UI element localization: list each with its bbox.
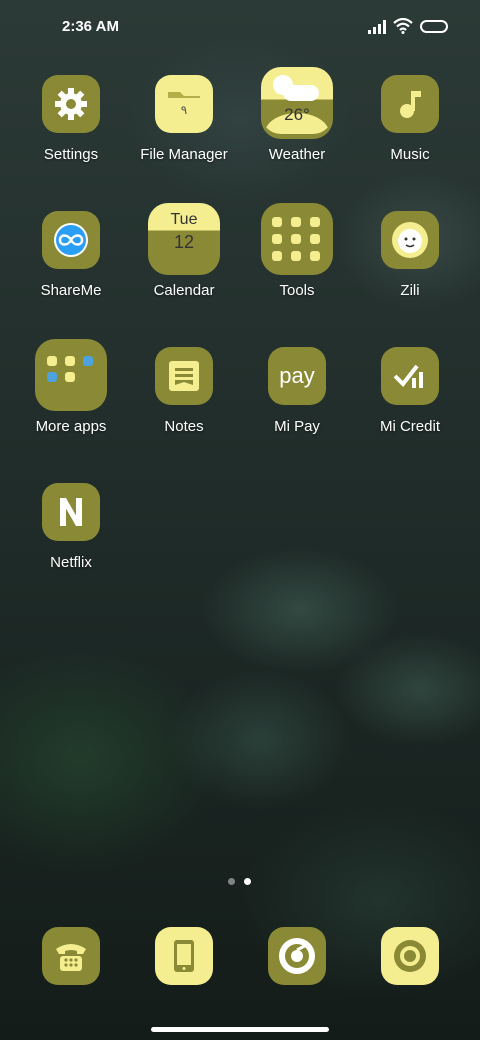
camera-icon bbox=[381, 927, 439, 985]
tools-folder-icon bbox=[261, 203, 333, 275]
app-label: Zili bbox=[400, 282, 420, 299]
app-tools-folder[interactable]: Tools bbox=[242, 203, 352, 321]
app-label: Settings bbox=[43, 146, 99, 163]
tablet-icon bbox=[155, 927, 213, 985]
phone-icon bbox=[42, 927, 100, 985]
pay-icon-text: pay bbox=[279, 363, 315, 388]
home-gesture-bar[interactable] bbox=[151, 1027, 329, 1032]
notes-icon bbox=[155, 347, 213, 405]
status-time: 2:36 AM bbox=[62, 18, 119, 35]
app-label: Mi Pay bbox=[274, 418, 320, 435]
app-file-manager[interactable]: ٩ File Manager bbox=[129, 75, 239, 185]
app-label: More apps bbox=[35, 418, 107, 435]
status-bar: 2:36 AM bbox=[0, 0, 480, 56]
app-weather[interactable]: 26° Weather bbox=[242, 67, 352, 185]
gear-icon bbox=[42, 75, 100, 133]
dock-messages[interactable] bbox=[129, 927, 239, 985]
page-dot-active bbox=[244, 878, 251, 885]
app-label: Weather bbox=[268, 146, 326, 163]
app-label: Notes bbox=[164, 418, 204, 435]
app-label: File Manager bbox=[140, 146, 228, 163]
infinity-icon bbox=[42, 211, 100, 269]
apps-folder-icon bbox=[35, 339, 107, 411]
calendar-date: 12 bbox=[173, 232, 195, 252]
app-label: ShareMe bbox=[40, 282, 102, 299]
calendar-day: Tue bbox=[170, 211, 198, 228]
dock-camera[interactable] bbox=[355, 927, 465, 985]
app-music[interactable]: Music bbox=[355, 75, 465, 185]
app-label: Calendar bbox=[153, 282, 215, 299]
app-netflix[interactable]: Netflix bbox=[16, 483, 126, 593]
calendar-icon: Tue 12 bbox=[148, 203, 220, 275]
app-label: Netflix bbox=[50, 554, 92, 571]
app-calendar[interactable]: Tue 12 Calendar bbox=[129, 203, 239, 321]
weather-temp: 26° bbox=[284, 105, 310, 124]
pay-icon: pay bbox=[268, 347, 326, 405]
app-settings[interactable]: Settings bbox=[16, 75, 126, 185]
battery-icon bbox=[420, 20, 448, 33]
page-dot bbox=[228, 878, 235, 885]
app-label: Tools bbox=[279, 282, 315, 299]
app-notes[interactable]: Notes bbox=[129, 347, 239, 457]
wifi-icon bbox=[393, 18, 413, 34]
svg-text:٩: ٩ bbox=[181, 103, 187, 117]
app-shareme[interactable]: ShareMe bbox=[16, 211, 126, 321]
netflix-icon bbox=[42, 483, 100, 541]
app-mi-credit[interactable]: Mi Credit bbox=[355, 347, 465, 457]
dock-phone[interactable] bbox=[16, 927, 126, 985]
app-zili[interactable]: Zili bbox=[355, 211, 465, 321]
weather-icon: 26° bbox=[261, 67, 333, 139]
folder-icon: ٩ bbox=[155, 75, 213, 133]
music-note-icon bbox=[381, 75, 439, 133]
signal-icon bbox=[368, 20, 386, 34]
app-more-apps-folder[interactable]: More apps bbox=[16, 339, 126, 457]
page-indicator bbox=[228, 878, 254, 886]
dock-chrome[interactable] bbox=[242, 927, 352, 985]
app-label: Mi Credit bbox=[379, 418, 440, 435]
app-label: Music bbox=[390, 146, 430, 163]
zili-face-icon bbox=[381, 211, 439, 269]
app-mi-pay[interactable]: pay Mi Pay bbox=[242, 347, 352, 457]
chrome-icon bbox=[268, 927, 326, 985]
credit-check-icon bbox=[381, 347, 439, 405]
